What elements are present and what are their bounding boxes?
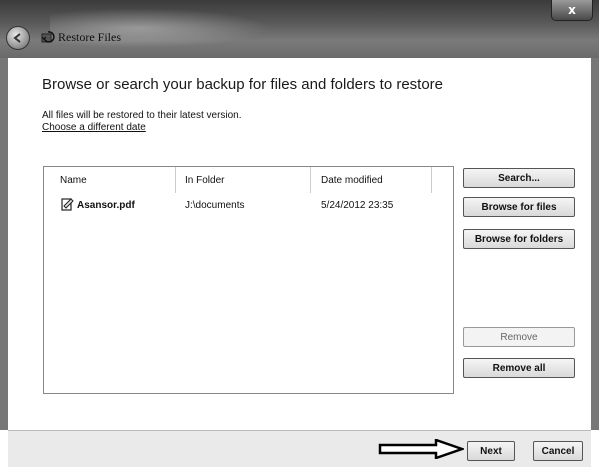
close-button[interactable]: x bbox=[551, 0, 593, 21]
browse-files-button[interactable]: Browse for files bbox=[463, 197, 575, 217]
file-folder: J:\documents bbox=[185, 200, 245, 211]
window-title: Restore Files bbox=[58, 30, 121, 44]
file-list[interactable]: Name In Folder Date modified Asansor.pdf… bbox=[43, 166, 454, 394]
restore-files-window: Restore Files x Browse or search your ba… bbox=[0, 0, 599, 467]
page-heading: Browse or search your backup for files a… bbox=[42, 76, 444, 93]
title-bar: Restore Files x bbox=[0, 0, 599, 58]
next-button[interactable]: Next bbox=[467, 441, 515, 461]
back-arrow-icon bbox=[13, 33, 21, 43]
remove-all-button[interactable]: Remove all bbox=[463, 358, 575, 378]
pdf-file-icon bbox=[61, 198, 74, 211]
column-separator[interactable] bbox=[431, 167, 432, 193]
pointer-arrow-icon bbox=[378, 439, 464, 459]
close-icon: x bbox=[568, 3, 576, 17]
browse-folders-button[interactable]: Browse for folders bbox=[463, 229, 575, 249]
column-separator[interactable] bbox=[175, 167, 176, 193]
restore-note: All files will be restored to their late… bbox=[42, 110, 242, 121]
remove-button[interactable]: Remove bbox=[463, 327, 575, 347]
column-separator[interactable] bbox=[310, 167, 311, 193]
column-header-name[interactable]: Name bbox=[60, 175, 87, 186]
back-button[interactable] bbox=[6, 26, 30, 50]
column-header-date[interactable]: Date modified bbox=[321, 175, 383, 186]
window-frame-right bbox=[591, 58, 599, 430]
window-frame-left bbox=[0, 58, 8, 430]
restore-icon bbox=[41, 31, 55, 43]
cancel-button[interactable]: Cancel bbox=[533, 441, 583, 461]
column-header-folder[interactable]: In Folder bbox=[185, 175, 224, 186]
choose-date-link[interactable]: Choose a different date bbox=[42, 122, 146, 133]
search-button[interactable]: Search... bbox=[463, 168, 575, 188]
file-date: 5/24/2012 23:35 bbox=[321, 200, 394, 211]
file-name: Asansor.pdf bbox=[77, 200, 135, 211]
